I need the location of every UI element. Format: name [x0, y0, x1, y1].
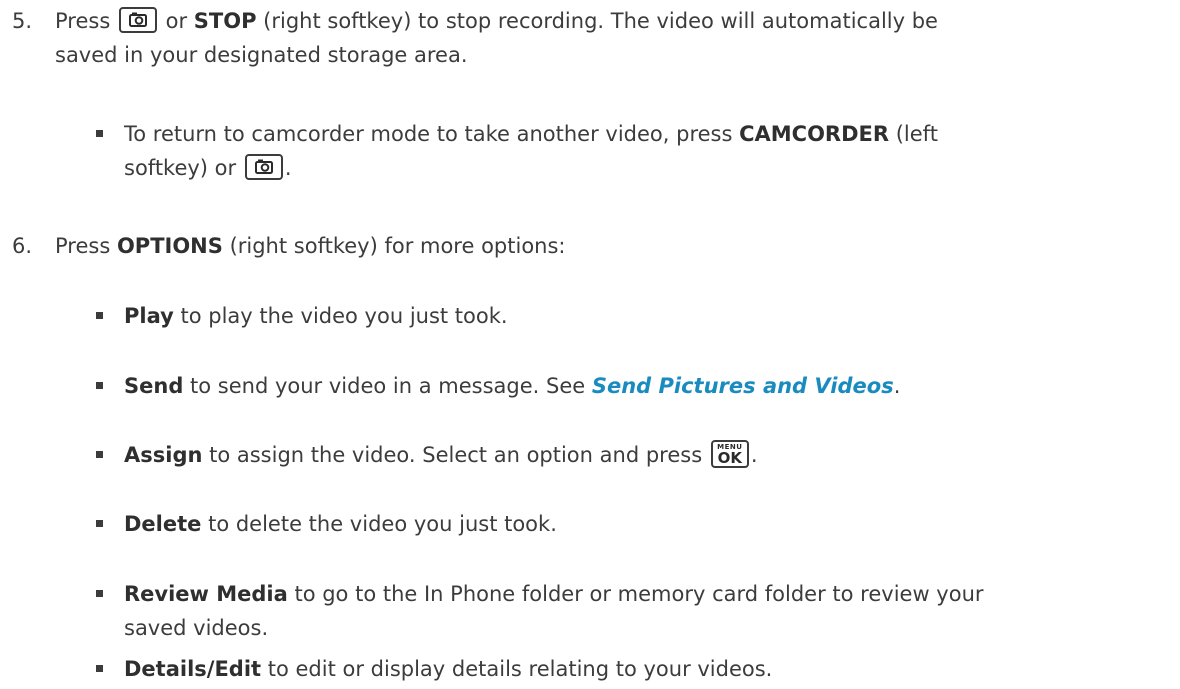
assign-label: Assign — [124, 443, 203, 467]
list-item-text: Assign to assign the video. Select an op… — [124, 438, 1154, 472]
camera-icon — [128, 12, 147, 27]
list-item-text: Play to play the video you just took. — [124, 299, 1154, 333]
text-run: saved in your designated storage area. — [55, 43, 468, 67]
step-number: 6. — [12, 234, 33, 258]
send-label: Send — [124, 374, 184, 398]
text-run: Press — [55, 9, 117, 33]
menu-ok-key: MENU OK — [710, 440, 749, 468]
text-run: (right softkey) to stop recording. The v… — [256, 9, 938, 33]
text-run: . — [893, 374, 901, 398]
list-item-text: To return to camcorder mode to take anot… — [124, 117, 1154, 185]
text-run: Press — [55, 234, 117, 258]
camera-key — [118, 7, 157, 33]
list-item-text: Delete to delete the video you just took… — [124, 507, 1154, 541]
bullet-square — [96, 312, 103, 319]
text-run: to send your video in a message. See — [183, 374, 592, 398]
ok-key-label: OK — [717, 449, 742, 467]
text-run: to assign the video. Select an option an… — [202, 443, 709, 467]
text-run: (left — [889, 122, 938, 146]
step-number: 5. — [12, 9, 33, 33]
text-run: . — [284, 156, 292, 180]
text-run: to go to the In Phone folder or memory c… — [287, 582, 984, 606]
play-label: Play — [124, 304, 174, 328]
camera-icon — [254, 159, 273, 174]
camera-key — [244, 154, 283, 180]
camcorder-label: CAMCORDER — [739, 122, 890, 146]
text-run: to delete the video you just took. — [201, 512, 557, 536]
text-run: to edit or display details relating to y… — [261, 657, 773, 681]
text-run: . — [750, 443, 758, 467]
list-item-text: Details/Edit to edit or display details … — [124, 652, 1154, 686]
bullet-square — [96, 382, 103, 389]
bullet-square — [96, 590, 103, 597]
list-item-text: Send to send your video in a message. Se… — [124, 369, 1154, 403]
text-run: saved videos. — [124, 616, 269, 640]
step-text: Press or STOP (right softkey) to stop re… — [55, 4, 1145, 72]
text-run: (right softkey) for more options: — [222, 234, 566, 258]
text-run: softkey) or — [124, 156, 243, 180]
bullet-square — [96, 451, 103, 458]
bullet-square — [96, 665, 103, 672]
delete-label: Delete — [124, 512, 202, 536]
text-run: to play the video you just took. — [173, 304, 508, 328]
send-pictures-link[interactable]: Send Pictures and Videos — [592, 374, 894, 398]
bullet-square — [96, 520, 103, 527]
options-label: OPTIONS — [116, 234, 223, 258]
step-text: Press OPTIONS (right softkey) for more o… — [55, 229, 1145, 263]
bullet-square — [96, 130, 103, 137]
details-edit-label: Details/Edit — [124, 657, 262, 681]
text-run: or — [158, 9, 194, 33]
text-run: To return to camcorder mode to take anot… — [124, 122, 740, 146]
review-media-label: Review Media — [124, 582, 288, 606]
list-item-text: Review Media to go to the In Phone folde… — [124, 577, 1154, 645]
stop-label: STOP — [193, 9, 257, 33]
